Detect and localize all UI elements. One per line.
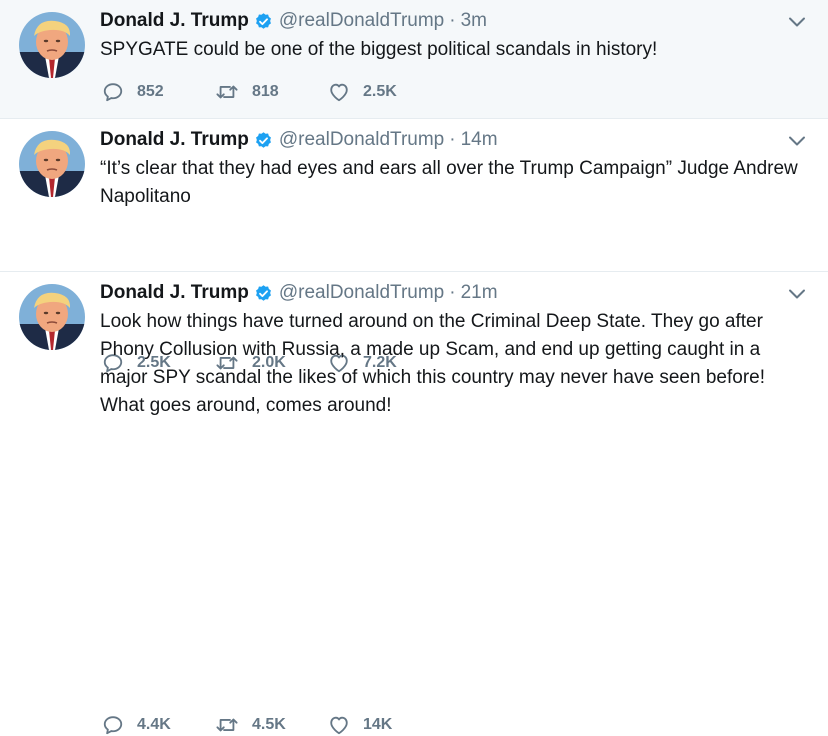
like-button[interactable]: 2.5K <box>328 81 441 103</box>
retweet-count: 4.5K <box>252 716 286 733</box>
chevron-down-icon[interactable] <box>788 15 806 27</box>
avatar[interactable] <box>19 12 85 78</box>
avatar[interactable] <box>19 284 85 350</box>
tweet-actions: 852 818 2.5K <box>102 81 441 103</box>
author-name[interactable]: Donald J. Trump <box>100 281 249 305</box>
separator-dot: · <box>449 129 456 150</box>
tweet-text: “It’s clear that they had eyes and ears … <box>100 158 798 207</box>
chevron-down-icon[interactable] <box>788 287 806 299</box>
heart-icon <box>330 716 348 735</box>
retweet-arrows-icon <box>216 718 238 732</box>
tweet-timestamp[interactable]: 3m <box>461 9 487 33</box>
reply-bubble-icon <box>103 83 123 102</box>
separator-dot: · <box>449 10 456 31</box>
retweet-arrows-icon <box>216 85 238 99</box>
tweet-header: Donald J. Trump @realDonaldTrump · 14m <box>100 128 498 152</box>
tweet-actions: 4.4K 4.5K 14K <box>102 714 441 736</box>
author-name[interactable]: Donald J. Trump <box>100 128 249 152</box>
like-count: 14K <box>363 716 393 733</box>
reply-count: 4.4K <box>137 716 171 733</box>
tweet[interactable]: Donald J. Trump @realDonaldTrump · 21m L… <box>0 272 828 735</box>
tweet[interactable]: Donald J. Trump @realDonaldTrump · 3m SP… <box>0 0 828 119</box>
author-handle[interactable]: @realDonaldTrump <box>279 9 444 33</box>
verified-badge-icon <box>254 12 273 31</box>
tweet[interactable]: Donald J. Trump @realDonaldTrump · 14m “… <box>0 119 828 373</box>
author-handle[interactable]: @realDonaldTrump <box>279 281 444 305</box>
tweet-timestamp[interactable]: 14m <box>461 128 498 152</box>
tweet-text: SPYGATE could be one of the biggest poli… <box>100 39 658 60</box>
tweet-timestamp[interactable]: 21m <box>461 281 498 305</box>
like-count: 2.5K <box>363 83 397 100</box>
reply-button[interactable]: 852 <box>102 81 215 103</box>
author-name[interactable]: Donald J. Trump <box>100 9 249 33</box>
verified-badge-icon <box>254 284 273 303</box>
tweet-header: Donald J. Trump @realDonaldTrump · 21m <box>100 281 498 305</box>
reply-button[interactable]: 4.4K <box>102 714 215 736</box>
reply-count: 852 <box>137 83 164 100</box>
tweet-text: Look how things have turned around on th… <box>100 311 765 416</box>
like-button[interactable]: 14K <box>328 714 441 736</box>
author-handle[interactable]: @realDonaldTrump <box>279 128 444 152</box>
retweet-button[interactable]: 4.5K <box>215 714 328 736</box>
separator-dot: · <box>449 282 456 303</box>
chevron-down-icon[interactable] <box>788 134 806 146</box>
verified-badge-icon <box>254 131 273 150</box>
tweet-header: Donald J. Trump @realDonaldTrump · 3m <box>100 9 487 33</box>
retweet-button[interactable]: 818 <box>215 81 328 103</box>
avatar[interactable] <box>19 131 85 197</box>
reply-bubble-icon <box>103 716 123 735</box>
retweet-count: 818 <box>252 83 279 100</box>
heart-icon <box>330 83 348 102</box>
